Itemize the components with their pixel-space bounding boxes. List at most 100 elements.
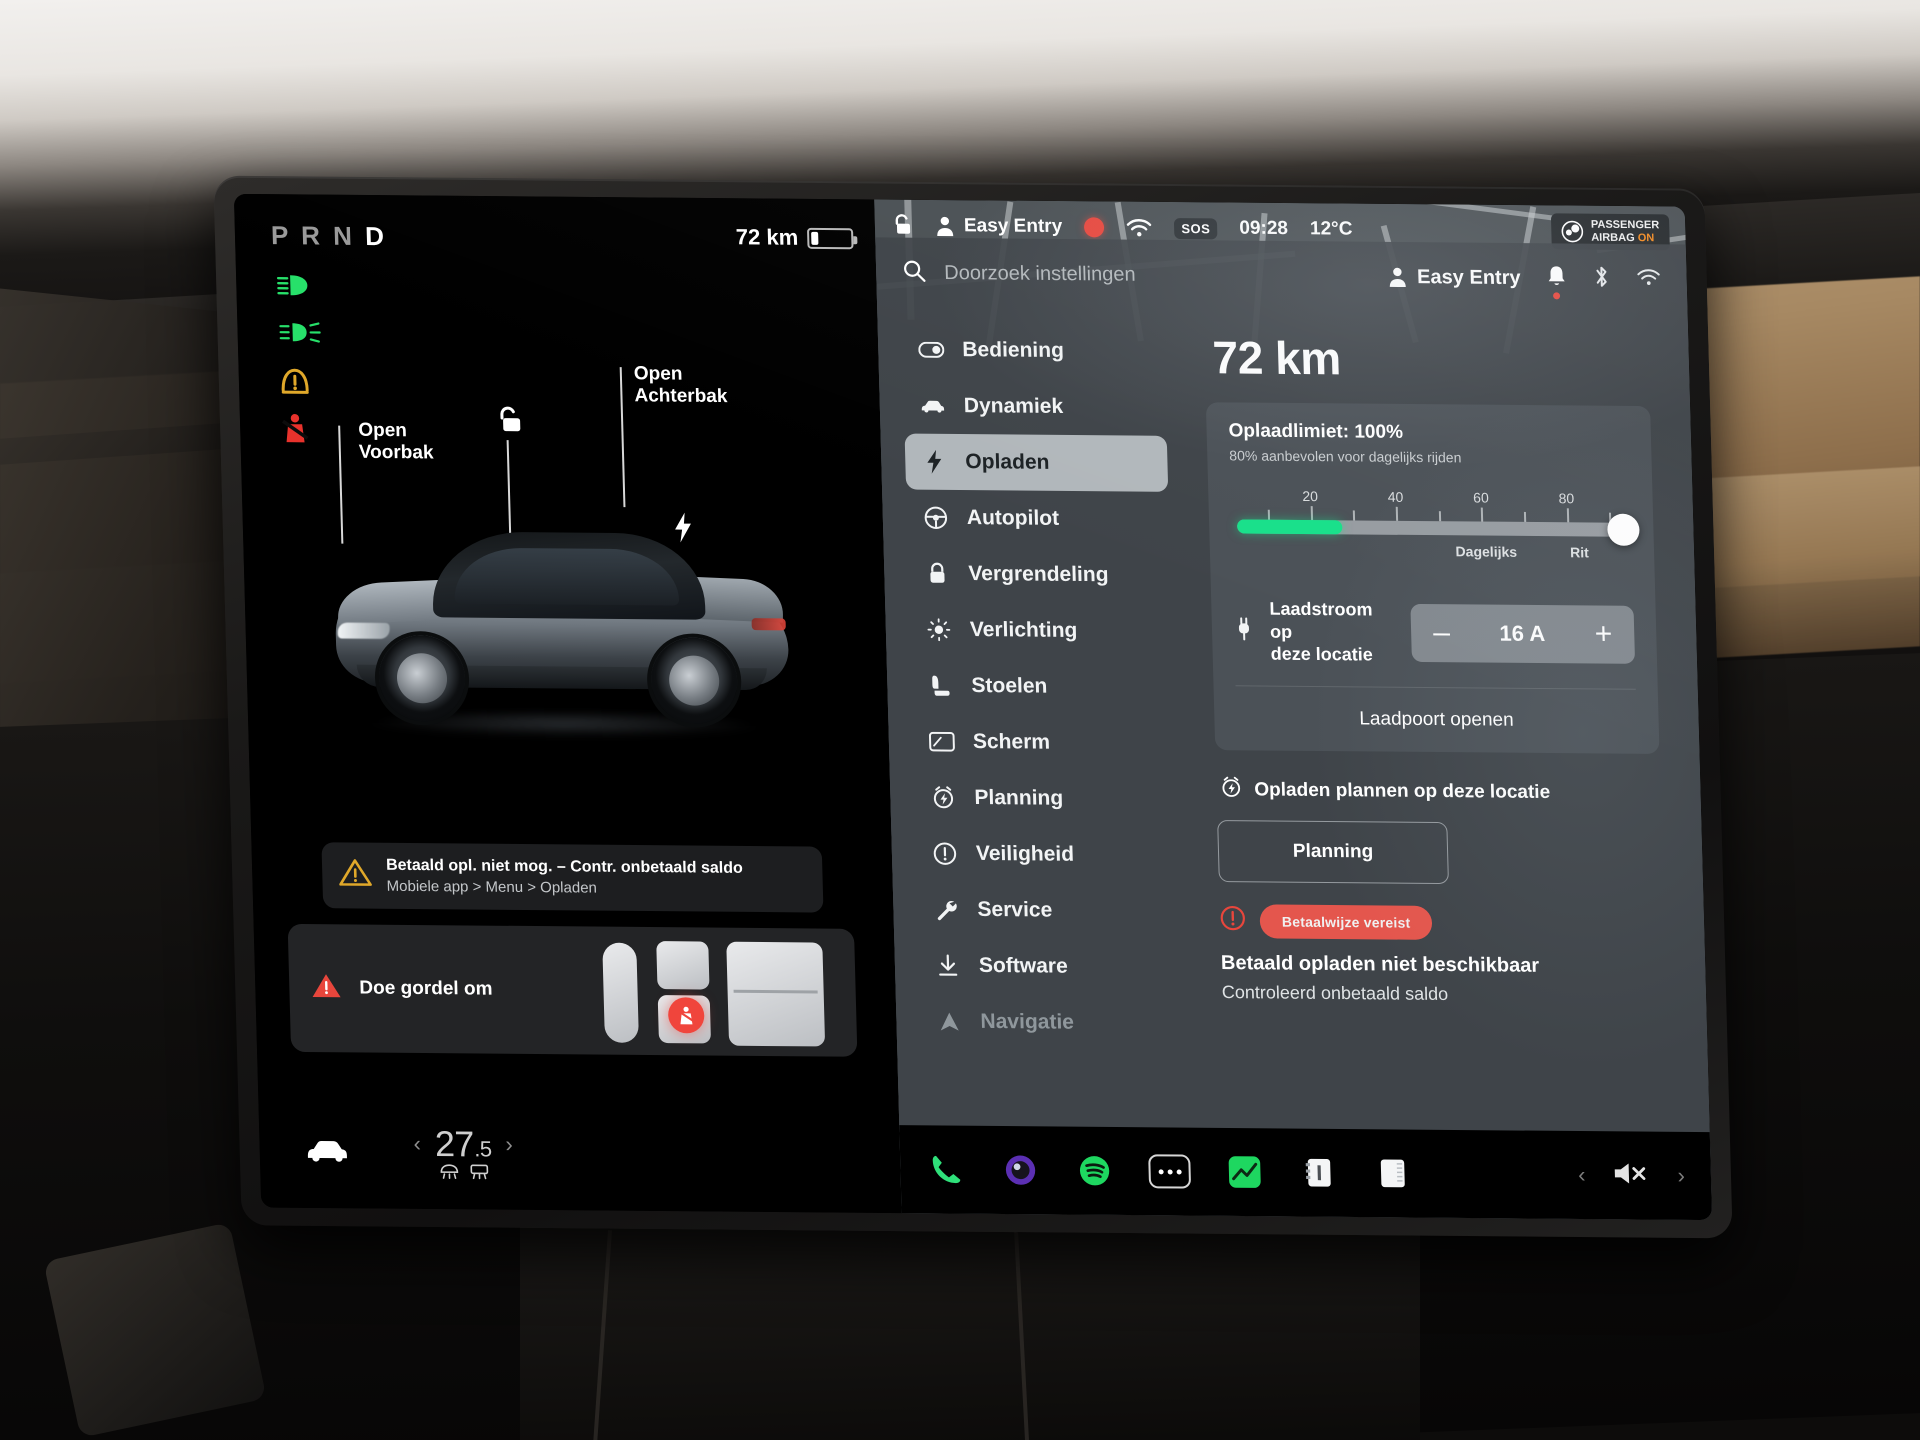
sidebar-label: Navigatie <box>980 1009 1075 1034</box>
wifi-status-icon[interactable] <box>1126 218 1153 238</box>
lock-icon <box>924 562 951 586</box>
clock[interactable]: 09:28 <box>1239 218 1288 240</box>
trunk-label-line2: Achterbak <box>634 385 728 408</box>
recording-indicator-icon <box>1084 217 1105 238</box>
camera-app-icon[interactable] <box>1000 1150 1041 1190</box>
door-lock-status-icon[interactable] <box>891 213 914 239</box>
schedule-planning-button[interactable]: Planning <box>1217 819 1449 884</box>
sidebar-item-software[interactable]: Software <box>918 937 1182 995</box>
settings-search-row[interactable]: Doorzoek instellingen Easy Entry <box>875 237 1687 314</box>
temp-increase-button[interactable]: › <box>505 1131 513 1157</box>
sos-button[interactable]: SOS <box>1174 217 1218 239</box>
car-controls-icon[interactable] <box>303 1136 350 1167</box>
payment-title: Betaald opladen niet beschikbaar <box>1220 951 1540 977</box>
previous-track-button[interactable]: ‹ <box>1578 1162 1586 1188</box>
sidebar-item-veiligheid[interactable]: Veiligheid <box>915 825 1179 883</box>
rear-defrost-icon[interactable] <box>469 1163 490 1184</box>
settings-menu[interactable]: Bediening Dynamiek Opladen Autopilot Ver… <box>877 307 1202 1215</box>
energy-app-icon[interactable] <box>1224 1152 1265 1192</box>
outside-temperature[interactable]: 12°C <box>1310 218 1353 240</box>
spotify-app-icon[interactable] <box>1074 1151 1115 1191</box>
airbag-state: ON <box>1637 232 1655 245</box>
notifications-button[interactable] <box>1546 264 1567 299</box>
volume-mute-icon[interactable] <box>1611 1159 1652 1192</box>
amp-decrease-button[interactable]: – <box>1433 616 1451 649</box>
car-icon <box>920 398 946 414</box>
download-icon <box>935 954 962 978</box>
sidebar-label: Dynamiek <box>963 394 1064 418</box>
sidebar-item-bediening[interactable]: Bediening <box>902 322 1166 380</box>
sidebar-item-stoelen[interactable]: Stoelen <box>911 657 1175 715</box>
driving-view[interactable]: P R N D 72 km Open Voorbak Open Achterba… <box>233 193 902 1214</box>
search-input[interactable]: Doorzoek instellingen <box>944 262 1136 287</box>
touchscreen[interactable]: P R N D 72 km Open Voorbak Open Achterba… <box>233 193 1713 1221</box>
slider-ticks: 20 40 60 80 <box>1236 485 1625 523</box>
slider-track[interactable] <box>1237 513 1640 546</box>
seatbelt-reminder-card[interactable]: Doe gordel om <box>287 923 858 1057</box>
charge-limit-slider[interactable]: 20 40 60 80 Dagelijks Rit <box>1236 485 1640 578</box>
vehicle-visualization[interactable]: Open Voorbak Open Achterbak <box>239 363 891 819</box>
amp-label-line1: Laadstroom op <box>1269 598 1373 642</box>
slider-handle[interactable] <box>1607 513 1640 546</box>
notes-app-icon[interactable] <box>1372 1153 1413 1193</box>
profile-name: Easy Entry <box>1416 265 1521 289</box>
sidebar-item-opladen[interactable]: Opladen <box>904 433 1169 492</box>
front-defrost-icon[interactable] <box>439 1163 460 1184</box>
sidebar-label: Service <box>977 897 1053 922</box>
app-dock[interactable]: ‹ › <box>899 1125 1713 1221</box>
temperature-value[interactable]: 27.5 <box>434 1123 492 1165</box>
temp-decrease-button[interactable]: ‹ <box>413 1130 421 1156</box>
phone-app-icon[interactable] <box>926 1149 967 1189</box>
unlock-icon[interactable] <box>495 404 524 537</box>
payment-required-row: Betaalwijze vereist <box>1219 903 1664 942</box>
bolt-icon <box>921 449 948 474</box>
sidebar-label: Veiligheid <box>975 841 1075 866</box>
sidebar-item-dynamiek[interactable]: Dynamiek <box>903 378 1167 436</box>
volume-control[interactable]: ‹ › <box>1578 1159 1686 1193</box>
alert-subtitle: Mobiele app > Menu > Opladen <box>386 877 598 897</box>
settings-sheet[interactable]: Doorzoek instellingen Easy Entry Bedieni… <box>875 237 1713 1221</box>
mode-label-daily: Dagelijks <box>1455 543 1518 560</box>
high-beam-icon <box>276 272 317 298</box>
more-apps-icon[interactable] <box>1148 1154 1192 1189</box>
alarm-bolt-icon <box>930 786 957 810</box>
open-charge-port-button[interactable]: Laadpoort openen <box>1236 686 1638 753</box>
plug-icon <box>1234 616 1255 647</box>
left-dock[interactable]: ‹ 27.5 › <box>258 1096 901 1214</box>
amp-stepper[interactable]: – 16 A + <box>1410 603 1636 664</box>
settings-and-map[interactable]: Easy Entry SOS 09:28 12°C PASSENGER AIRB… <box>874 193 1713 1221</box>
seatbelt-reminder-label: Doe gordel om <box>359 977 493 1000</box>
sidebar-item-vergrendeling[interactable]: Vergrendeling <box>908 546 1172 604</box>
sidebar-item-service[interactable]: Service <box>917 881 1181 939</box>
battery-icon <box>806 227 854 249</box>
next-track-button[interactable]: › <box>1677 1163 1685 1189</box>
search-icon[interactable] <box>902 258 927 287</box>
calendar-app-icon[interactable] <box>1298 1153 1339 1193</box>
bluetooth-icon[interactable] <box>1592 264 1611 293</box>
charging-alert-card[interactable]: Betaald opl. niet mog. – Contr. onbetaal… <box>321 842 824 913</box>
charge-limit-card[interactable]: Oplaadlimiet: 100% 80% aanbevolen voor d… <box>1205 402 1660 754</box>
sidebar-item-planning[interactable]: Planning <box>914 769 1178 827</box>
profile-button[interactable]: Easy Entry <box>1387 265 1521 289</box>
slider-fill <box>1237 519 1343 535</box>
climate-control[interactable]: ‹ 27.5 › <box>413 1122 514 1184</box>
display-icon <box>928 731 956 752</box>
sidebar-item-autopilot[interactable]: Autopilot <box>906 490 1170 548</box>
charging-panel[interactable]: 72 km Oplaadlimiet: 100% 80% aanbevolen … <box>1177 310 1712 1220</box>
charging-range-value: 72 km <box>1211 331 1342 385</box>
sidebar-item-scherm[interactable]: Scherm <box>912 713 1176 771</box>
slider-mode-labels: Dagelijks Rit <box>1238 541 1627 566</box>
charge-current-row[interactable]: Laadstroom op deze locatie – 16 A + <box>1232 581 1636 690</box>
gear-indicator: P R N D <box>270 220 388 252</box>
sidebar-item-navigatie[interactable]: Navigatie <box>920 993 1184 1051</box>
amp-value: 16 A <box>1499 620 1546 646</box>
driver-profile-status[interactable]: Easy Entry <box>935 215 1063 238</box>
open-frunk-callout[interactable]: Open Voorbak <box>338 420 434 544</box>
payment-required-badge[interactable]: Betaalwijze vereist <box>1259 903 1433 940</box>
wifi-icon[interactable] <box>1636 267 1661 292</box>
open-trunk-callout[interactable]: Open Achterbak <box>619 363 728 508</box>
amp-increase-button[interactable]: + <box>1594 617 1612 650</box>
sidebar-label: Bediening <box>962 338 1065 363</box>
sidebar-label: Opladen <box>965 450 1050 474</box>
sidebar-item-verlichting[interactable]: Verlichting <box>909 602 1173 660</box>
